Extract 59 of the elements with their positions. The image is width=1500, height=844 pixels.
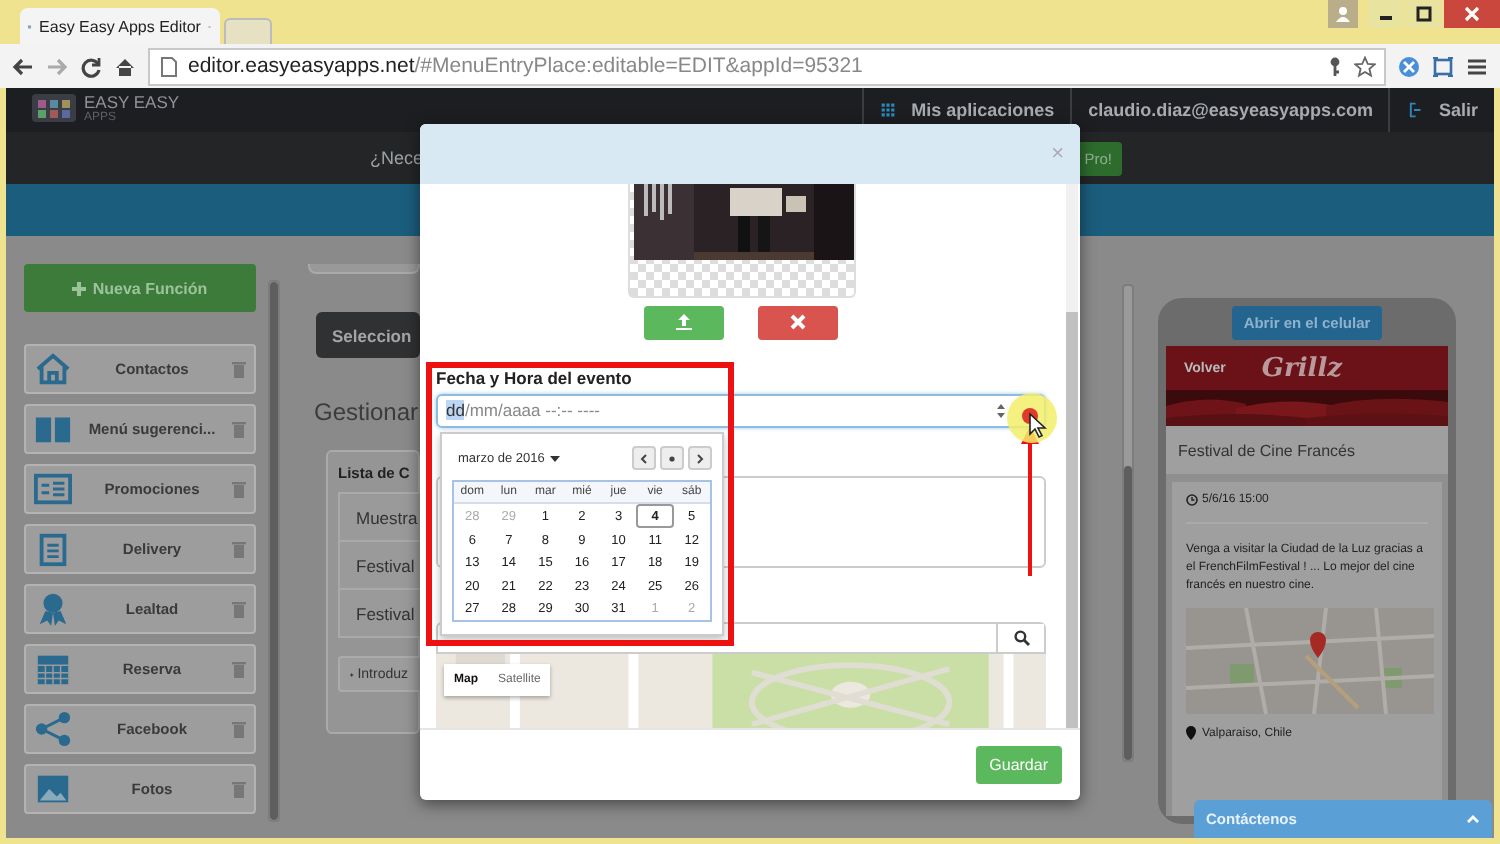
maximize-icon <box>1416 6 1432 22</box>
search-icon <box>1013 629 1029 646</box>
star-icon[interactable] <box>1354 55 1376 77</box>
house-icon <box>34 350 72 388</box>
calendar-icon <box>34 650 72 688</box>
event-title: Festival de Cine Francés <box>1166 426 1448 474</box>
menu-icon[interactable] <box>1466 55 1488 77</box>
cursor-highlight-drawing <box>1006 392 1058 444</box>
fullscreen-icon[interactable] <box>1432 55 1454 77</box>
nav-link[interactable]: claudio.diaz@easyeasyapps.com <box>1088 100 1373 120</box>
location-pin-icon <box>1186 726 1196 740</box>
address-bar[interactable]: editor.easyeasyapps.net/#MenuEntryPlace:editable=EDIT&appId=95321 <box>148 47 1386 85</box>
select-button[interactable]: Seleccion <box>316 312 420 358</box>
close-button[interactable] <box>1444 0 1500 28</box>
clock-icon <box>1186 494 1198 506</box>
minimize-button[interactable] <box>1368 0 1404 28</box>
section-heading: Gestionar <box>314 398 420 426</box>
app-logo: Grillz <box>1261 353 1343 383</box>
profile-button[interactable] <box>1328 0 1358 28</box>
upload-button[interactable] <box>644 305 724 340</box>
reload-icon[interactable] <box>80 55 102 77</box>
page-icon <box>158 55 180 77</box>
logout-icon <box>1406 102 1423 118</box>
caret-icon <box>1466 814 1480 824</box>
receipt-icon <box>34 470 72 508</box>
chevron-right-icon <box>696 453 704 463</box>
banner-text: ¿Nece <box>370 148 424 168</box>
image-icon <box>34 770 72 808</box>
forward-icon[interactable] <box>46 55 68 77</box>
browser-tab[interactable]: Easy Easy Apps Editor <box>20 8 220 44</box>
list-item[interactable]: Festival <box>338 588 420 638</box>
user-icon <box>1336 6 1350 22</box>
upload-icon <box>676 314 692 331</box>
field-label: Fecha y Hora del evento <box>436 367 634 388</box>
today-button[interactable] <box>660 446 684 470</box>
search-button[interactable] <box>996 623 1044 652</box>
list-item[interactable]: Muestra <box>338 492 420 542</box>
next-month-button[interactable] <box>688 446 712 470</box>
ribbon-icon <box>34 590 72 628</box>
nav-link[interactable]: Mis aplicaciones <box>911 100 1055 120</box>
extension-icon[interactable] <box>1398 55 1420 77</box>
scrollbar[interactable] <box>1066 184 1078 728</box>
dot-icon <box>668 453 676 463</box>
back-icon[interactable] <box>12 55 34 77</box>
home-icon[interactable] <box>114 55 136 77</box>
share-icon <box>34 710 72 748</box>
scrollbar[interactable] <box>268 280 280 822</box>
chevron-left-icon <box>640 453 648 463</box>
scrollbar[interactable] <box>1122 284 1134 762</box>
nav-link[interactable]: Salir <box>1438 100 1478 120</box>
logo-title: EASY EASY <box>84 94 180 110</box>
caret-icon <box>550 455 561 461</box>
clipboard-icon <box>34 530 72 568</box>
grid-icon <box>879 102 896 118</box>
delete-button[interactable] <box>758 305 838 340</box>
list-item[interactable]: Festival <box>338 540 420 590</box>
previous-month-button[interactable] <box>632 446 656 470</box>
maximize-button[interactable] <box>1406 0 1442 28</box>
logo-icon <box>32 94 76 126</box>
